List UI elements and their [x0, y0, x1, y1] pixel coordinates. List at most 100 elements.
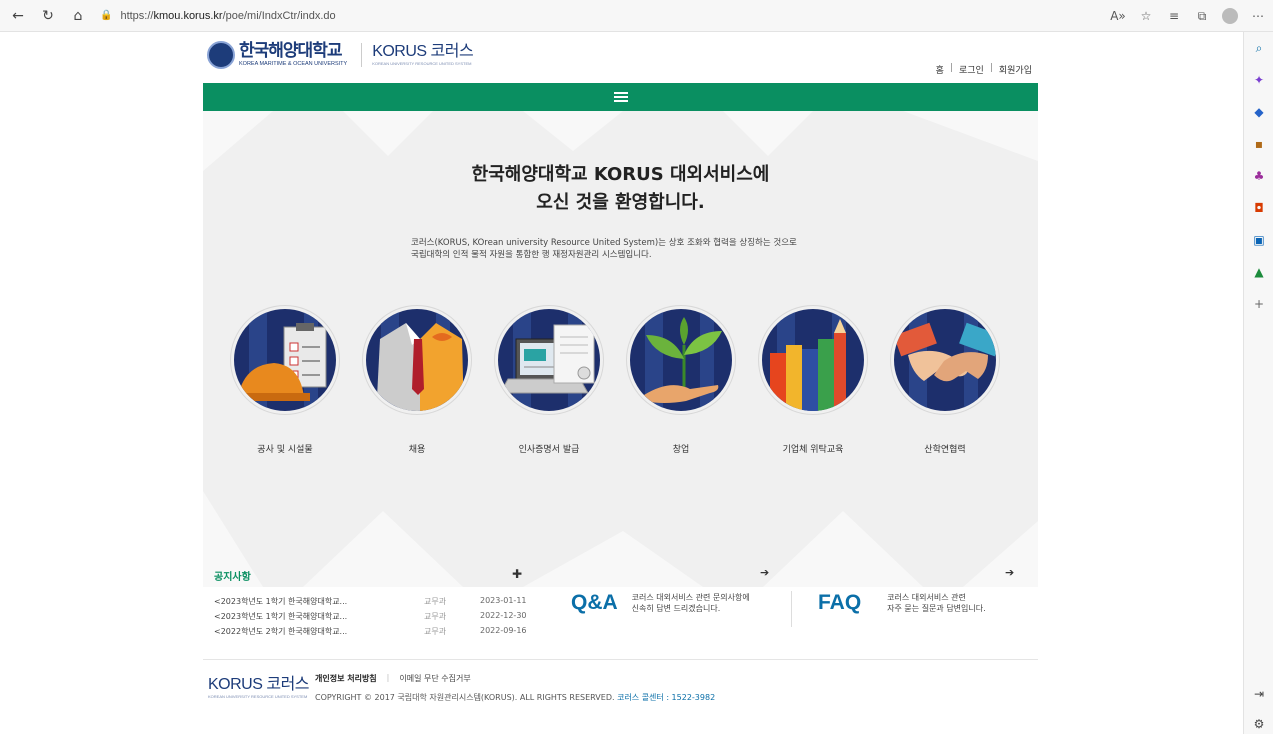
service-label: 인사증명서 발급 [518, 445, 580, 455]
footer-korus-name: KORUS 코러스 [208, 676, 310, 693]
tree-icon[interactable]: ▲ [1251, 264, 1267, 280]
back-icon[interactable]: ← [6, 4, 30, 28]
service-hiring[interactable]: 채용 [362, 306, 472, 455]
site-header: 한국해양대학교 KOREA MARITIME & OCEAN UNIVERSIT… [203, 33, 1038, 83]
service-education[interactable]: 기업체 위탁교육 [758, 306, 868, 455]
service-label: 창업 [672, 445, 690, 455]
faq-desc-line1: 코러스 대외서비스 관련 [887, 593, 966, 602]
copyright: COPYRIGHT © 2017 국립대학 자원관리시스템(KORUS). AL… [315, 692, 715, 703]
favorite-star-icon[interactable]: ☆ [1133, 4, 1159, 28]
university-name-en: KOREA MARITIME & OCEAN UNIVERSITY [239, 60, 348, 67]
notice-row[interactable]: <2023학년도 1학기 한국해양대학교... 교무과 2023-01-11 [214, 596, 534, 606]
sparkle-icon[interactable]: ✦ [1251, 72, 1267, 88]
education-books-icon [759, 306, 867, 414]
handshake-icon [891, 306, 999, 414]
refresh-icon[interactable]: ↻ [36, 4, 60, 28]
service-construction[interactable]: 공사 및 시설물 [230, 306, 340, 455]
more-menu-icon[interactable]: ⋯ [1245, 4, 1271, 28]
qa-section[interactable]: Q&A 코러스 대외서비스 관련 문의사항에 신속히 답변 드리겠습니다. [571, 591, 782, 615]
login-link[interactable]: 로그인 [959, 63, 984, 76]
service-label: 산학연협력 [924, 445, 966, 455]
privacy-policy-link[interactable]: 개인정보 처리방침 [315, 673, 377, 684]
collections-icon[interactable]: ⧉ [1189, 4, 1215, 28]
call-center: 코러스 콜센터 : 1522-3982 [617, 693, 716, 702]
site-logo[interactable]: 한국해양대학교 KOREA MARITIME & OCEAN UNIVERSIT… [207, 40, 474, 69]
browser-toolbar: ← ↻ ⌂ 🔒 https://kmou.korus.kr/poe/mi/Ind… [0, 0, 1273, 32]
hiring-suit-icon [363, 306, 471, 414]
qa-title: Q&A [571, 591, 618, 614]
notice-row-date: 2023-01-11 [480, 596, 527, 605]
faq-title: FAQ [818, 591, 862, 614]
qa-desc-line2: 신속히 답변 드리겠습니다. [631, 604, 721, 613]
link-separator: | [989, 63, 993, 73]
profile-icon[interactable] [1217, 4, 1243, 28]
hamburger-menu-icon[interactable] [613, 92, 628, 102]
footer-links: 개인정보 처리방침 | 이메일 무단 수집거부 [315, 673, 471, 684]
notice-row-dept: 교무과 [424, 627, 447, 636]
hero-description: 코러스(KORUS, KOrean university Resource Un… [411, 237, 851, 261]
section-divider [791, 591, 792, 627]
briefcase-icon[interactable]: ▪ [1251, 136, 1267, 152]
footer-logo: KORUS 코러스 KOREAN UNIVERSITY RESOURCE UNI… [208, 676, 310, 699]
favorites-list-icon[interactable]: ≡ [1161, 4, 1187, 28]
lock-icon: 🔒 [100, 10, 113, 21]
tag-icon[interactable]: ◆ [1251, 104, 1267, 120]
service-certificate[interactable]: 인사증명서 발급 [494, 306, 604, 455]
certificate-laptop-icon [495, 306, 603, 414]
startup-sprout-icon [627, 306, 735, 414]
browser-sidebar: ⌕ ✦ ◆ ▪ ♣ ◘ ▣ ▲ + ⇥ ⚙ [1243, 32, 1273, 734]
main-nav-bar [203, 83, 1038, 111]
service-label: 채용 [408, 445, 426, 455]
service-label: 기업체 위탁교육 [782, 445, 844, 455]
sidebar-collapse-icon[interactable]: ⇥ [1251, 686, 1267, 702]
logo-divider [361, 43, 363, 67]
notice-row[interactable]: <2022학년도 2학기 한국해양대학교... 교무과 2022-09-16 [214, 626, 534, 636]
email-refusal-link[interactable]: 이메일 무단 수집거부 [399, 673, 470, 684]
hero-title: 한국해양대학교 KORUS 대외서비스에 오신 것을 환영합니다. [203, 161, 1038, 217]
add-icon[interactable]: + [1251, 296, 1267, 312]
home-icon[interactable]: ⌂ [66, 4, 90, 28]
office-icon[interactable]: ◘ [1251, 200, 1267, 216]
notice-row-dept: 교무과 [424, 612, 447, 621]
faq-desc-line2: 자주 묻는 질문과 답변입니다. [887, 604, 986, 613]
university-name: 한국해양대학교 [239, 40, 342, 61]
page: 한국해양대학교 KOREA MARITIME & OCEAN UNIVERSIT… [0, 33, 1242, 734]
settings-gear-icon[interactable]: ⚙ [1251, 716, 1267, 732]
read-aloud-icon[interactable]: A» [1105, 4, 1131, 28]
url-prefix: https:// [120, 9, 154, 22]
people-icon[interactable]: ♣ [1251, 168, 1267, 184]
notice-row-title: <2022학년도 2학기 한국해양대학교... [214, 627, 348, 636]
hero-section: 한국해양대학교 KORUS 대외서비스에 오신 것을 환영합니다. 코러스(KO… [203, 111, 1038, 587]
url-domain: kmou.korus.kr [153, 9, 223, 22]
outlook-icon[interactable]: ▣ [1251, 232, 1267, 248]
hero-desc-line2: 국립대학의 인적 물적 자원을 통합한 행 재정자원관리 시스템입니다. [411, 250, 652, 260]
university-seal-icon [207, 41, 235, 69]
notice-row-title: <2023학년도 1학기 한국해양대학교... [214, 597, 348, 606]
notice-row-date: 2022-12-30 [480, 611, 527, 620]
service-label: 공사 및 시설물 [257, 445, 313, 455]
copyright-text: COPYRIGHT © 2017 국립대학 자원관리시스템(KORUS). AL… [315, 693, 615, 702]
notice-row-title: <2023학년도 1학기 한국해양대학교... [214, 612, 348, 621]
service-startup[interactable]: 창업 [626, 306, 736, 455]
notice-more-plus-icon[interactable]: ✚ [512, 567, 522, 581]
services-row: 공사 및 시설물 채용 인사증명서 발급 창업 기업체 위탁교육 산학연협력 [223, 306, 1023, 466]
faq-arrow-icon[interactable]: ➔ [1005, 566, 1014, 579]
link-separator: | [386, 673, 390, 682]
service-cooperation[interactable]: 산학연협력 [890, 306, 1000, 455]
notice-row[interactable]: <2023학년도 1학기 한국해양대학교... 교무과 2022-12-30 [214, 611, 534, 621]
top-links: 홈 | 로그인 | 회원가입 [936, 63, 1032, 76]
qa-arrow-icon[interactable]: ➔ [760, 566, 769, 579]
link-separator: | [949, 63, 953, 73]
construction-checklist-icon [231, 306, 339, 414]
search-icon[interactable]: ⌕ [1251, 40, 1267, 56]
notice-title[interactable]: 공지사항 [214, 568, 534, 583]
notice-row-dept: 교무과 [424, 597, 447, 606]
faq-section[interactable]: FAQ 코러스 대외서비스 관련 자주 묻는 질문과 답변입니다. [818, 591, 1037, 615]
hero-title-line1: 한국해양대학교 KORUS 대외서비스에 [471, 164, 770, 185]
footer-korus-subtitle: KOREAN UNIVERSITY RESOURCE UNITED SYSTEM [208, 694, 308, 699]
signup-link[interactable]: 회원가입 [999, 63, 1032, 76]
hero-desc-line1: 코러스(KORUS, KOrean university Resource Un… [411, 238, 797, 248]
hero-title-line2: 오신 것을 환영합니다. [536, 192, 705, 213]
home-link[interactable]: 홈 [936, 63, 944, 76]
address-bar[interactable]: 🔒 https://kmou.korus.kr/poe/mi/IndxCtr/i… [100, 5, 1000, 27]
